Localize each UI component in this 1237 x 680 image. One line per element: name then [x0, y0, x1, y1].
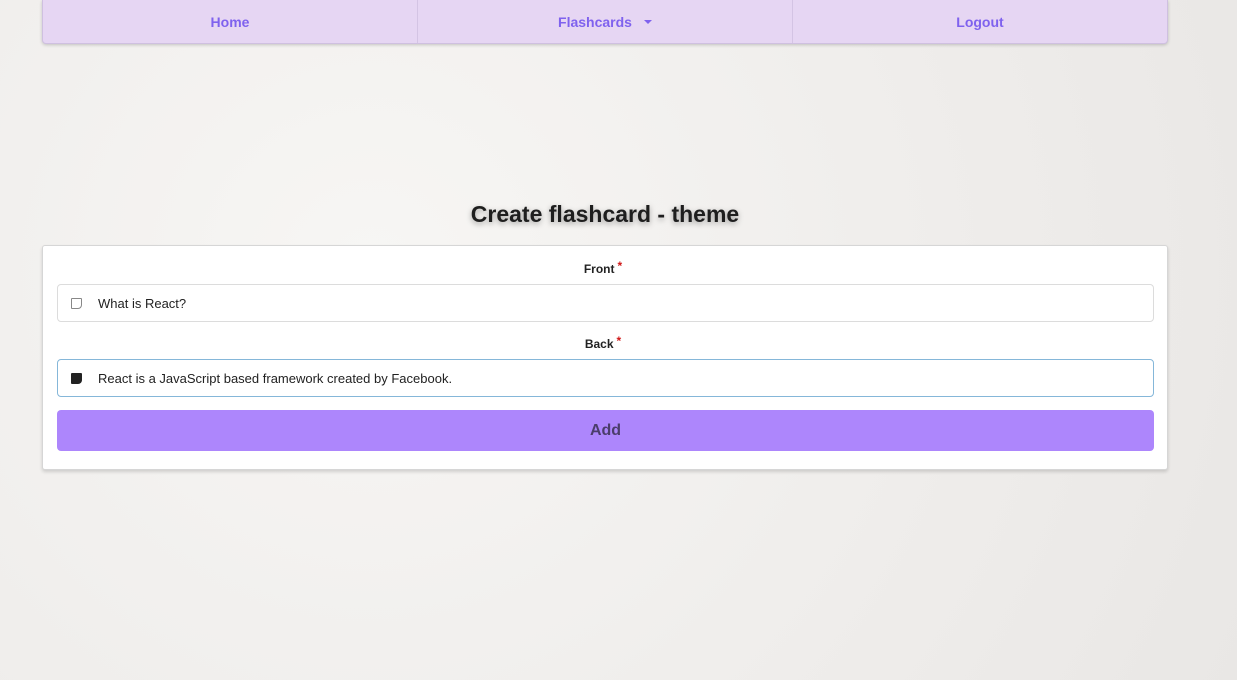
front-label-text: Front — [583, 262, 615, 276]
nav-logout[interactable]: Logout — [792, 0, 1167, 43]
nav-logout-label: Logout — [956, 13, 1004, 30]
caret-down-icon — [643, 19, 652, 24]
nav-flashcards-dropdown[interactable]: Flashcards — [417, 0, 792, 43]
required-mark: * — [616, 334, 622, 348]
page-title: Create flashcard - theme — [470, 201, 740, 227]
nav-flashcards-label: Flashcards — [558, 13, 632, 30]
required-mark: * — [617, 259, 623, 273]
sticky-note-outline-icon — [71, 297, 82, 309]
top-nav: Home Flashcards Logout — [42, 0, 1168, 44]
front-input[interactable] — [98, 295, 1153, 311]
front-field[interactable] — [57, 284, 1154, 322]
sticky-note-filled-icon — [71, 372, 82, 384]
nav-home-label: Home — [210, 13, 250, 30]
back-field[interactable] — [57, 359, 1154, 397]
nav-home[interactable]: Home — [43, 0, 417, 43]
flashcard-form: Front* Back* Add — [42, 245, 1168, 470]
add-button[interactable]: Add — [57, 410, 1154, 451]
back-label: Back * — [43, 334, 1163, 351]
front-label: Front * — [43, 259, 1163, 276]
back-label-text: Back — [584, 337, 614, 351]
back-input[interactable] — [98, 370, 1153, 386]
